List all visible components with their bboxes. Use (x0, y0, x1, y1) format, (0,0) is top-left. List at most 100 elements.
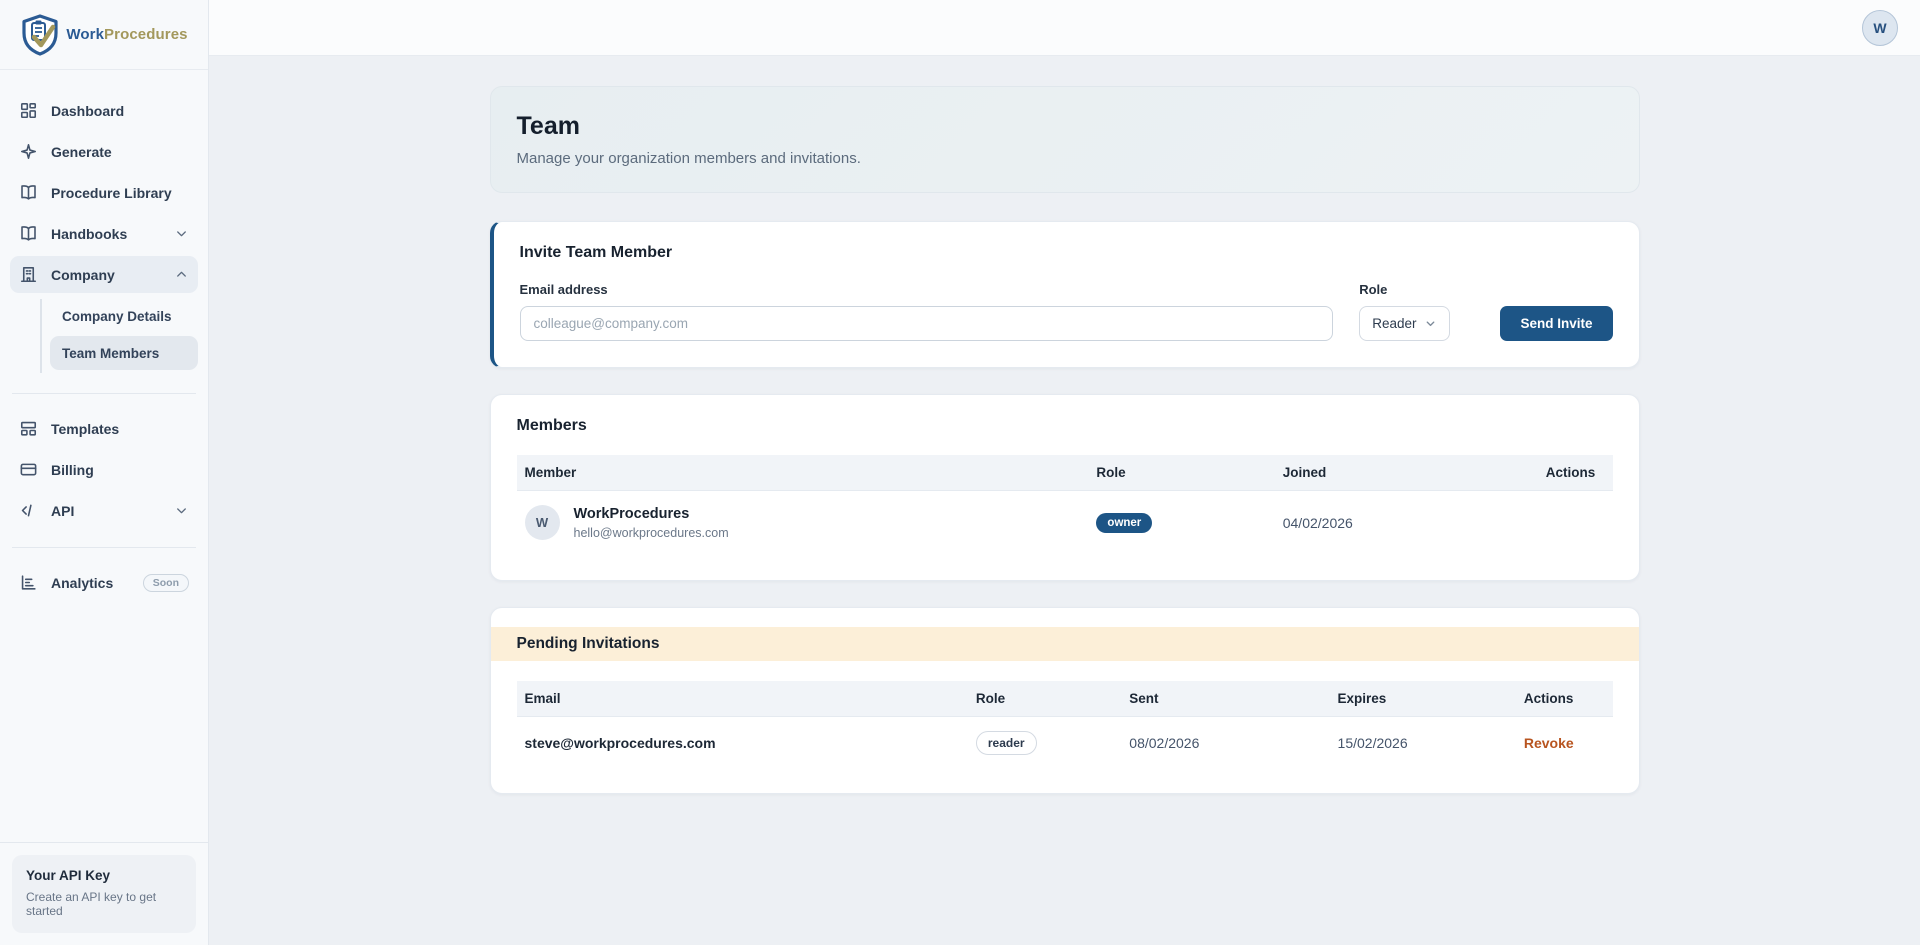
email-label: Email address (520, 282, 1334, 297)
sidebar-item-company[interactable]: Company (10, 256, 198, 293)
role-field-group: Role Reader (1359, 282, 1450, 341)
sidebar-item-label: Company Details (62, 309, 172, 324)
chevron-down-icon (1424, 317, 1437, 330)
chevron-down-icon (174, 503, 189, 518)
pending-invitations-band: Pending Invitations (491, 627, 1639, 661)
send-invite-button[interactable]: Send Invite (1500, 306, 1612, 341)
sidebar-divider (12, 393, 196, 394)
api-key-subtitle: Create an API key to get started (26, 890, 182, 918)
grid-icon (19, 101, 38, 120)
reader-role-badge: reader (976, 731, 1037, 755)
app-root: WorkProcedures Dashboard Generate (0, 0, 1920, 945)
member-actions-cell (1536, 491, 1613, 555)
sidebar-item-procedure-library[interactable]: Procedure Library (10, 174, 198, 211)
invite-form: Email address Role Reader Send Invite (520, 282, 1613, 341)
building-icon (19, 265, 38, 284)
brand-name-primary: Work (66, 26, 104, 43)
member-joined-cell: 04/02/2026 (1273, 491, 1536, 555)
sidebar: WorkProcedures Dashboard Generate (0, 0, 209, 945)
layout-icon (19, 419, 38, 438)
sidebar-nav: Dashboard Generate Procedure Library (0, 70, 208, 605)
pending-invitations-table: Email Role Sent Expires Actions steve@wo… (517, 681, 1613, 769)
api-key-title: Your API Key (26, 868, 182, 883)
pending-invitations-card: Pending Invitations Email Role Sent Expi… (490, 607, 1640, 794)
role-select-value: Reader (1372, 316, 1416, 331)
sidebar-item-templates[interactable]: Templates (10, 410, 198, 447)
api-key-card: Your API Key Create an API key to get st… (12, 855, 196, 933)
invitation-row: steve@workprocedures.com reader 08/02/20… (517, 717, 1613, 770)
member-name: WorkProcedures (574, 506, 729, 522)
sidebar-item-label: Generate (51, 144, 112, 160)
page-subtitle: Manage your organization members and inv… (517, 150, 1613, 167)
sidebar-item-label: Templates (51, 421, 119, 437)
pending-table-header-row: Email Role Sent Expires Actions (517, 681, 1613, 717)
members-col-joined: Joined (1273, 455, 1536, 491)
chevron-up-icon (174, 267, 189, 282)
chevron-down-icon (174, 226, 189, 241)
members-col-member: Member (517, 455, 1087, 491)
sidebar-item-dashboard[interactable]: Dashboard (10, 92, 198, 129)
revoke-link[interactable]: Revoke (1524, 735, 1574, 751)
invitation-actions-cell: Revoke (1514, 717, 1613, 770)
page-title: Team (517, 112, 1613, 141)
member-avatar: W (525, 505, 560, 540)
pending-col-role: Role (966, 681, 1119, 717)
sidebar-item-label: Billing (51, 462, 94, 478)
sidebar-item-label: Company (51, 267, 115, 283)
members-card: Members Member Role Joined Actions (490, 394, 1640, 581)
credit-card-icon (19, 460, 38, 479)
member-cell: W WorkProcedures hello@workprocedures.co… (517, 491, 1087, 555)
bar-chart-icon (19, 573, 38, 592)
email-input[interactable] (520, 306, 1334, 341)
members-col-actions: Actions (1536, 455, 1613, 491)
brand-name: WorkProcedures (66, 26, 187, 43)
sidebar-item-label: Dashboard (51, 103, 124, 119)
sidebar-item-label: Procedure Library (51, 185, 172, 201)
members-table: Member Role Joined Actions W (517, 455, 1613, 554)
members-table-header-row: Member Role Joined Actions (517, 455, 1613, 491)
sidebar-item-label: API (51, 503, 74, 519)
sidebar-company-submenu: Company Details Team Members (40, 299, 198, 373)
sidebar-item-label: Analytics (51, 575, 113, 591)
pending-invitations-title: Pending Invitations (517, 635, 1613, 653)
main-area: W Team Manage your organization members … (209, 0, 1920, 945)
members-title: Members (517, 417, 1613, 435)
pending-col-sent: Sent (1119, 681, 1327, 717)
sidebar-item-label: Team Members (62, 346, 159, 361)
sidebar-item-billing[interactable]: Billing (10, 451, 198, 488)
role-label: Role (1359, 282, 1450, 297)
sidebar-item-generate[interactable]: Generate (10, 133, 198, 170)
brand-shield-icon (20, 14, 60, 56)
pending-col-actions: Actions (1514, 681, 1613, 717)
topbar: W (209, 0, 1920, 56)
role-select[interactable]: Reader (1359, 306, 1450, 341)
book-icon (19, 183, 38, 202)
brand-logo[interactable]: WorkProcedures (0, 0, 208, 70)
content-scroll: Team Manage your organization members an… (209, 56, 1920, 945)
soon-badge: Soon (143, 574, 189, 592)
sidebar-item-handbooks[interactable]: Handbooks (10, 215, 198, 252)
page-header-card: Team Manage your organization members an… (490, 86, 1640, 193)
sidebar-item-company-details[interactable]: Company Details (50, 299, 198, 333)
invitation-expires-cell: 15/02/2026 (1328, 717, 1514, 770)
member-email: hello@workprocedures.com (574, 526, 729, 540)
sidebar-item-analytics[interactable]: Analytics Soon (10, 564, 198, 601)
sidebar-item-label: Handbooks (51, 226, 127, 242)
sidebar-footer: Your API Key Create an API key to get st… (0, 842, 208, 945)
pending-col-email: Email (517, 681, 966, 717)
invitation-sent-cell: 08/02/2026 (1119, 717, 1327, 770)
sidebar-item-api[interactable]: API (10, 492, 198, 529)
member-row: W WorkProcedures hello@workprocedures.co… (517, 491, 1613, 555)
members-col-role: Role (1086, 455, 1272, 491)
invite-card: Invite Team Member Email address Role Re… (490, 221, 1640, 368)
brand-name-secondary: Procedures (104, 26, 188, 43)
invite-title: Invite Team Member (520, 244, 1613, 262)
sidebar-divider (12, 547, 196, 548)
invitation-email: steve@workprocedures.com (517, 717, 966, 770)
user-avatar[interactable]: W (1862, 10, 1898, 46)
invitation-role-cell: reader (966, 717, 1119, 770)
sidebar-item-team-members[interactable]: Team Members (50, 336, 198, 370)
owner-role-badge: owner (1096, 513, 1152, 533)
email-field-group: Email address (520, 282, 1334, 341)
book-icon (19, 224, 38, 243)
